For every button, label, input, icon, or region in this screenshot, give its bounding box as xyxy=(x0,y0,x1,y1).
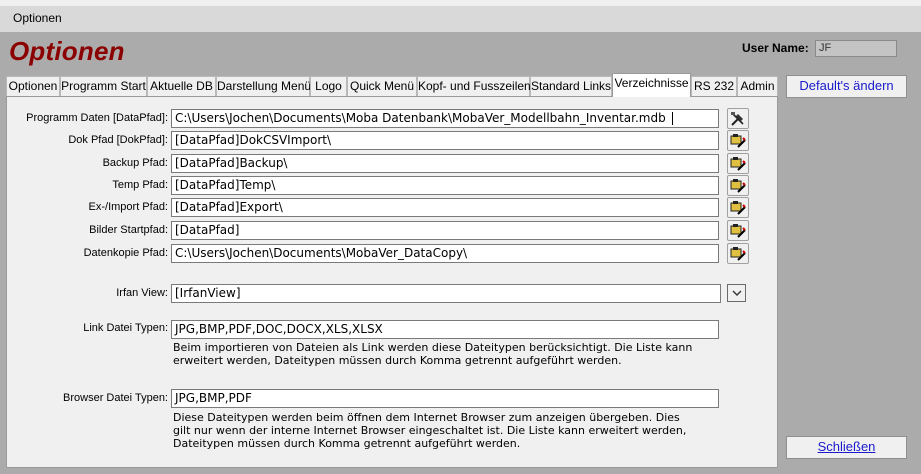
tab-quick-menue[interactable]: Quick Menü xyxy=(347,76,417,96)
datenkopie-pfad-input[interactable]: C:\Users\Jochen\Documents\MobaVer_DataCo… xyxy=(171,244,719,263)
tab-verzeichnisse[interactable]: Verzeichnisse xyxy=(612,73,691,97)
username-field: JF xyxy=(815,40,897,57)
temp-pfad-input[interactable]: [DataPfad]Temp\ xyxy=(171,176,719,195)
ex-import-pfad-input[interactable]: [DataPfad]Export\ xyxy=(171,198,719,217)
username-label: User Name: xyxy=(742,41,809,55)
programm-daten-label: Programm Daten [DataPfad]: xyxy=(26,112,168,124)
folder-edit-icon[interactable] xyxy=(727,197,749,218)
browser-types-help: Diese Dateitypen werden beim öffnen dem … xyxy=(173,411,687,450)
link-types-input[interactable]: JPG,BMP,PDF,DOC,DOCX,XLS,XLSX xyxy=(171,320,719,339)
tab-darstellung-menue[interactable]: Darstellung Menü xyxy=(216,76,311,96)
folder-edit-icon[interactable] xyxy=(727,243,749,264)
tools-icon[interactable] xyxy=(727,108,749,129)
programm-daten-input[interactable]: C:\Users\Jochen\Documents\Moba Datenbank… xyxy=(171,109,719,128)
tab-standard-links[interactable]: Standard Links xyxy=(530,76,612,96)
link-types-help: Beim importieren von Dateien als Link we… xyxy=(173,341,693,367)
folder-edit-icon[interactable] xyxy=(727,220,749,241)
dok-pfad-label: Dok Pfad [DokPfad]: xyxy=(68,134,168,146)
tab-logo[interactable]: Logo xyxy=(310,76,347,96)
bilder-startpfad-label: Bilder Startpfad: xyxy=(89,224,168,236)
link-types-label: Link Datei Typen: xyxy=(83,322,168,334)
defaults-button[interactable]: Default's ändern xyxy=(786,75,907,98)
form-heading: Optionen xyxy=(9,36,125,66)
temp-pfad-label: Temp Pfad: xyxy=(112,179,168,191)
tab-aktuelle-db[interactable]: Aktuelle DB xyxy=(147,76,216,96)
window-titlebar: Optionen xyxy=(0,6,921,32)
dok-pfad-input[interactable]: [DataPfad]DokCSVImport\ xyxy=(171,131,719,150)
tab-strip: Optionen Programm Start Aktuelle DB Dars… xyxy=(6,73,778,97)
tab-kopf-fusszeilen[interactable]: Kopf- und Fusszeilen xyxy=(417,76,531,96)
window-title: Optionen xyxy=(13,11,62,25)
ex-import-pfad-label: Ex-/Import Pfad: xyxy=(88,201,168,213)
irfan-view-label: Irfan View: xyxy=(116,287,168,299)
tab-optionen[interactable]: Optionen xyxy=(6,76,60,96)
folder-edit-icon[interactable] xyxy=(727,153,749,174)
backup-pfad-input[interactable]: [DataPfad]Backup\ xyxy=(171,154,719,173)
folder-edit-icon[interactable] xyxy=(727,175,749,196)
browser-types-input[interactable]: JPG,BMP,PDF xyxy=(171,389,719,408)
backup-pfad-label: Backup Pfad: xyxy=(102,157,168,169)
tab-admin[interactable]: Admin xyxy=(737,76,778,96)
datenkopie-pfad-label: Datenkopie Pfad: xyxy=(83,247,168,259)
bilder-startpfad-input[interactable]: [DataPfad] xyxy=(171,221,719,240)
chevron-down-icon[interactable] xyxy=(727,284,746,302)
browser-types-label: Browser Datei Typen: xyxy=(63,392,168,404)
tab-programm-start[interactable]: Programm Start xyxy=(60,76,147,96)
folder-edit-icon[interactable] xyxy=(727,130,749,151)
close-button[interactable]: Schließen xyxy=(786,436,907,459)
irfan-view-select[interactable]: [IrfanView] xyxy=(171,284,721,303)
tab-rs232[interactable]: RS 232 xyxy=(691,76,737,96)
